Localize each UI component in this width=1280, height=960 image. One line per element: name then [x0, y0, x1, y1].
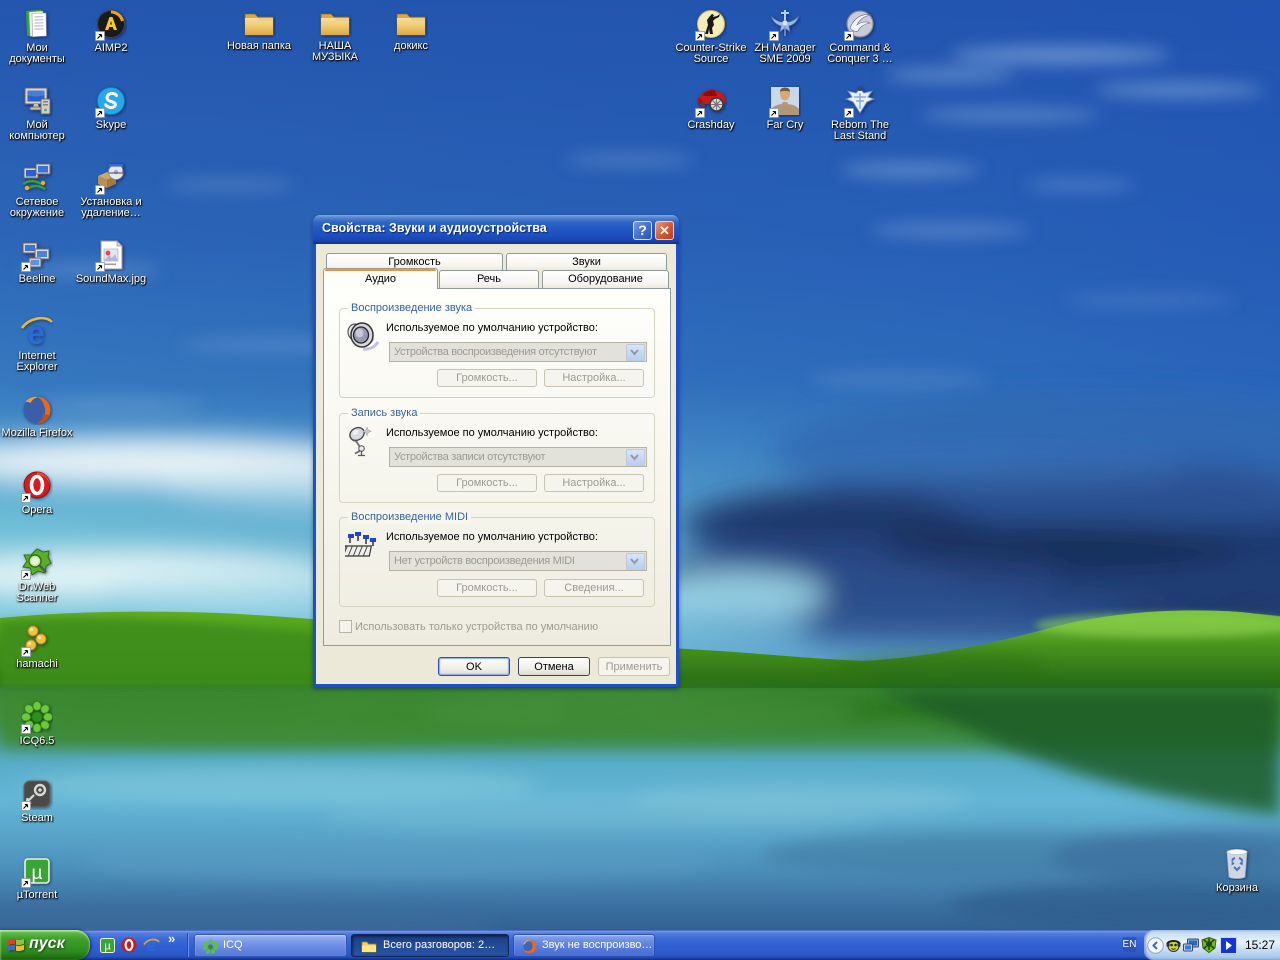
svg-text:µ: µ	[104, 941, 111, 953]
svg-text:µ: µ	[32, 863, 43, 884]
